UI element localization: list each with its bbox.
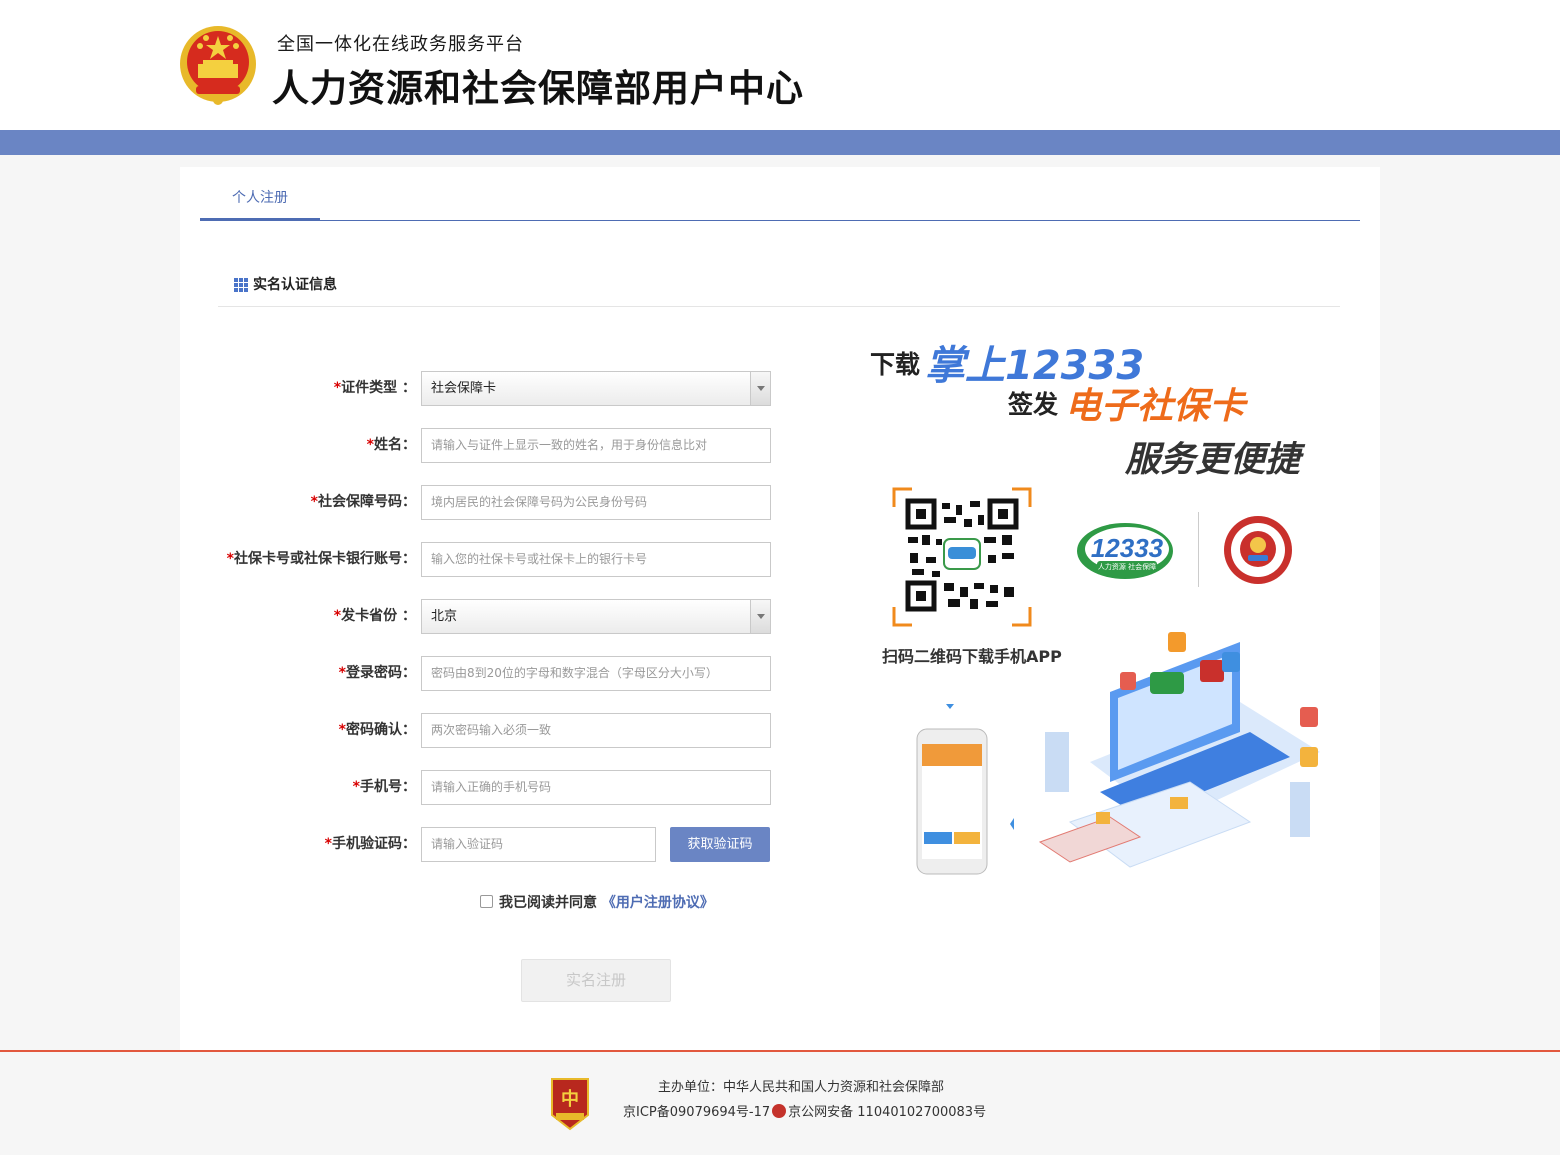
phone-input[interactable]: 请输入正确的手机号码 [421,770,771,805]
agreement: 我已阅读并同意 《用户注册协议》 [480,892,714,912]
password-row: *登录密码： 密码由8到20位的字母和数字混合（字母区分大小写） [180,656,780,692]
section-divider [218,306,1340,307]
footer-sponsor: 主办单位：中华人民共和国人力资源和社会保障部 [658,1080,945,1095]
chevron-down-icon[interactable] [750,600,770,633]
promo-slogan: 服务更便捷 [1125,440,1301,480]
police-badge-icon [772,1104,787,1118]
tab-personal-registration[interactable]: 个人注册 [200,187,320,221]
agree-checkbox[interactable] [480,895,493,908]
chevron-down-icon[interactable] [750,372,770,405]
ss-number-label: *社会保障号码： [310,494,416,510]
password-input[interactable]: 密码由8到20位的字母和数字混合（字母区分大小写） [421,656,771,691]
name-input[interactable]: 请输入与证件上显示一致的姓名，用于身份信息比对 [421,428,771,463]
ss-number-input[interactable]: 境内居民的社会保障号码为公民身份号码 [421,485,771,520]
password-confirm-input[interactable]: 两次密码输入必须一致 [421,713,771,748]
password-confirm-label: *密码确认： [338,722,416,738]
cert-type-select[interactable]: 社会保障卡 [421,371,771,406]
tab-underline [200,220,1360,221]
svg-text:中: 中 [561,1088,579,1110]
site-header: 全国一体化在线政务服务平台 人力资源和社会保障部用户中心 [0,0,1560,130]
name-label: *姓名： [366,437,416,453]
register-button[interactable]: 实名注册 [521,959,671,1002]
icp-link[interactable]: 京ICP备09079694号-17 [623,1105,770,1120]
app-illustration-icon [916,632,1320,875]
sms-code-input[interactable]: 请输入验证码 [421,827,656,862]
logo-subtext: 人力资源 社会保障 [1098,562,1156,571]
card-number-row: *社保卡号或社保卡银行账号： 输入您的社保卡号或社保卡上的银行卡号 [180,542,780,578]
phone-label: *手机号： [352,779,416,795]
platform-subtitle: 全国一体化在线政务服务平台 [277,34,524,55]
get-sms-code-button[interactable]: 获取验证码 [670,827,770,862]
site-title: 人力资源和社会保障部用户中心 [272,67,804,110]
card-number-label: *社保卡号或社保卡银行账号： [226,551,416,567]
province-label: *发卡省份 ： [333,608,416,624]
cert-type-label: *证件类型 ： [333,380,416,396]
ss-number-row: *社会保障号码： 境内居民的社会保障号码为公民身份号码 [180,485,780,521]
agree-text: 我已阅读并同意 [499,895,597,911]
national-emblem-icon [180,26,256,105]
promo-download-text: 下载 [870,350,921,379]
password-label: *登录密码： [338,665,416,681]
cert-type-row: *证件类型 ： 社会保障卡 [180,371,780,407]
grid-icon [234,278,248,292]
logo-text: 12333 [1091,533,1164,563]
qr-code-icon [892,487,1032,627]
promo-issue-text: 签发 [1008,390,1059,419]
user-agreement-link[interactable]: 《用户注册协议》 [602,895,714,911]
promo-card-text: 电子社保卡 [1065,386,1246,427]
province-row: *发卡省份 ： 北京 [180,599,780,635]
government-badge-icon[interactable]: 中 [548,1077,592,1131]
header-bar [0,130,1560,155]
province-value: 北京 [431,609,458,624]
cert-type-value: 社会保障卡 [431,381,497,396]
police-record-link[interactable]: 京公网安备 11040102700083号 [788,1105,986,1120]
card-number-input[interactable]: 输入您的社保卡号或社保卡上的银行卡号 [421,542,771,577]
section-title: 实名认证信息 [253,277,337,293]
sms-code-row: *手机验证码： 请输入验证码 获取验证码 [180,827,780,863]
footer-registration: 京ICP备09079694号-17 京公网安备 11040102700083号 [623,1101,986,1120]
12333-logo-icon: 12333 人力资源 社会保障 [1077,523,1173,579]
social-security-card-icon [1224,516,1292,584]
phone-row: *手机号： 请输入正确的手机号码 [180,770,780,806]
province-select[interactable]: 北京 [421,599,771,634]
registration-panel: 个人注册 实名认证信息 *证件类型 ： 社会保障卡 *姓名： 请输入与证件上显示… [180,167,1380,1050]
name-row: *姓名： 请输入与证件上显示一致的姓名，用于身份信息比对 [180,428,780,464]
logo-divider [1198,512,1199,587]
footer-divider [0,1050,1560,1052]
password-confirm-row: *密码确认： 两次密码输入必须一致 [180,713,780,749]
sms-code-label: *手机验证码： [324,836,416,852]
